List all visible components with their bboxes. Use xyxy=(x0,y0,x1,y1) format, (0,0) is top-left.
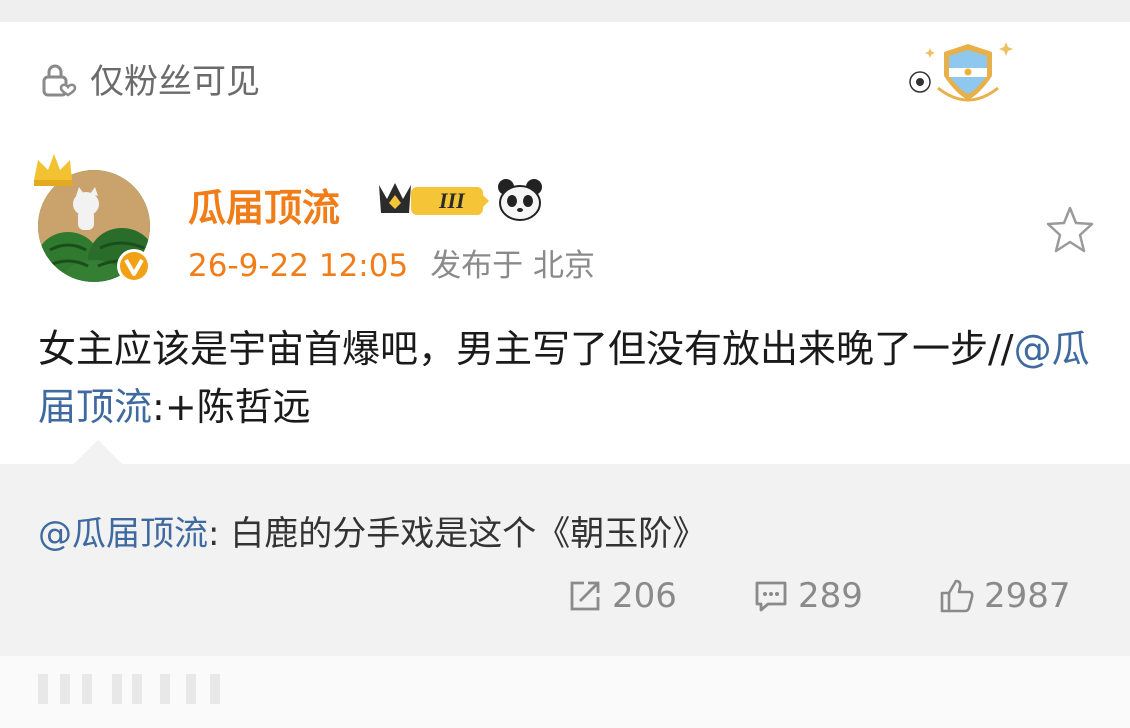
like-button[interactable]: 2987 xyxy=(938,576,1071,616)
placeholder-bar xyxy=(82,674,92,704)
repost-caret xyxy=(72,440,124,466)
post-time: 26-9-22 12:05 xyxy=(188,248,409,284)
repost-section[interactable]: @瓜届顶流: 白鹿的分手戏是这个《朝玉阶》 206 289 2987 xyxy=(0,440,1130,656)
share-count: 206 xyxy=(612,576,677,616)
comment-icon xyxy=(755,581,787,612)
thumbs-up-icon xyxy=(940,579,974,613)
lock-icon xyxy=(42,64,77,97)
placeholder-bar xyxy=(210,674,220,704)
repost-mention-link[interactable]: @瓜届顶流 xyxy=(38,514,208,554)
top-divider xyxy=(0,0,1130,22)
placeholder-bar xyxy=(112,674,122,704)
comment-button[interactable]: 289 xyxy=(752,576,863,616)
argentina-badge-icon xyxy=(909,42,1013,102)
placeholder-bar xyxy=(132,674,142,704)
placeholder-bar xyxy=(60,674,70,704)
post-meta: 26-9-22 12:05 发布于 北京 xyxy=(188,240,595,285)
panda-icon xyxy=(498,179,542,221)
action-bar: 206 289 2987 xyxy=(0,576,1130,626)
post-content: 女主应该是宇宙首爆吧，男主写了但没有放出来晚了一步//@瓜届顶流:+陈哲远 xyxy=(38,320,1098,436)
crown-icon xyxy=(34,154,72,186)
author-name[interactable]: 瓜届顶流 xyxy=(188,177,340,232)
placeholder-bar xyxy=(38,674,48,704)
repost-content: @瓜届顶流: 白鹿的分手戏是这个《朝玉阶》 xyxy=(38,506,706,555)
author-avatar[interactable] xyxy=(30,150,155,285)
verified-badge-icon xyxy=(117,249,151,283)
privacy-indicator: 仅粉丝可见 xyxy=(38,54,260,103)
repost-text: : 白鹿的分手戏是这个《朝玉阶》 xyxy=(208,514,707,554)
privacy-label: 仅粉丝可见 xyxy=(90,62,260,102)
placeholder-bar xyxy=(160,674,170,704)
like-count: 2987 xyxy=(984,576,1071,616)
post-text-main: 女主应该是宇宙首爆吧，男主写了但没有放出来晚了一步// xyxy=(38,327,1014,371)
share-icon xyxy=(570,581,600,611)
post-card: 仅粉丝可见 瓜届顶流 III 26-9-22 12:05 发布于 北京 女主应该… xyxy=(0,22,1130,464)
bottom-placeholder-area xyxy=(0,656,1130,728)
vip-level: III xyxy=(438,188,466,213)
share-button[interactable]: 206 xyxy=(566,576,677,616)
post-text-tail: :+陈哲远 xyxy=(152,385,311,429)
placeholder-bar xyxy=(186,674,196,704)
vip-crown-badge-icon[interactable]: III xyxy=(375,177,493,225)
favorite-star-icon[interactable] xyxy=(1044,204,1096,254)
comment-count: 289 xyxy=(798,576,863,616)
post-location: 发布于 北京 xyxy=(430,248,596,284)
